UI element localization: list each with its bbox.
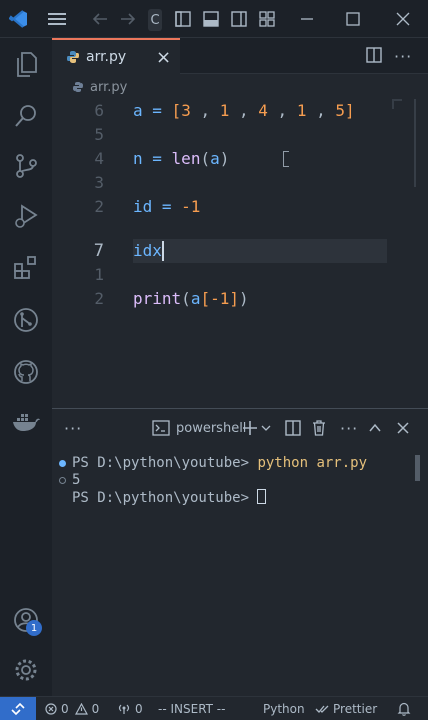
language-mode[interactable]: Python xyxy=(263,697,305,720)
extensions-icon[interactable] xyxy=(10,252,42,284)
error-icon xyxy=(45,703,57,715)
close-panel-icon[interactable] xyxy=(396,418,410,438)
tab-label: arr.py xyxy=(86,49,127,65)
panel-more-icon[interactable]: ··· xyxy=(64,418,82,438)
chevron-down-icon[interactable] xyxy=(261,418,271,438)
text-caret xyxy=(162,241,164,261)
line-number: 2 xyxy=(94,289,104,308)
run-debug-icon[interactable] xyxy=(10,200,42,232)
vim-mode: -- INSERT -- xyxy=(158,702,226,716)
remote-explorer-icon[interactable] xyxy=(10,304,42,336)
explorer-icon[interactable] xyxy=(10,48,42,80)
breadcrumb: arr.py xyxy=(52,75,428,99)
python-file-icon xyxy=(72,81,84,93)
error-count: 0 xyxy=(61,702,69,716)
code-line: 2 id = -1 xyxy=(52,195,428,219)
terminal-scrollbar[interactable] xyxy=(415,455,420,481)
toggle-panel-icon[interactable] xyxy=(202,9,220,29)
terminal-shell-name: powershell xyxy=(176,420,247,436)
code-text: id = -1 xyxy=(133,197,201,216)
code-line: 5 xyxy=(52,123,428,147)
code-line: 3 xyxy=(52,171,428,195)
code-editor[interactable]: 6 a = [3 , 1 , 4 , 1 , 5] 5 4 n = len(a)… xyxy=(52,99,428,407)
customize-layout-icon[interactable] xyxy=(258,9,276,29)
command-center-search[interactable]: C xyxy=(148,9,162,31)
github-icon[interactable] xyxy=(10,356,42,388)
vscode-logo-icon xyxy=(8,9,30,29)
code-text: print(a[-1]) xyxy=(133,289,249,308)
forward-arrow-icon[interactable] xyxy=(118,9,138,29)
tab-close-icon[interactable]: × xyxy=(156,47,171,68)
split-editor-icon[interactable] xyxy=(366,47,382,63)
python-file-icon xyxy=(66,50,80,64)
command-center-text: C xyxy=(150,12,160,28)
more-actions-icon[interactable]: ··· xyxy=(394,47,412,66)
code-text: n = len(a) xyxy=(133,149,230,168)
status-bar: 0 0 0 -- INSERT -- Python Prettier xyxy=(0,696,428,720)
activity-bar: 1 xyxy=(0,38,52,696)
terminal-panel: ··· powershell ··· PS D:\python\youtube>… xyxy=(52,408,428,696)
code-text: a = [3 , 1 , 4 , 1 , 5] xyxy=(133,101,355,120)
code-line: 6 a = [3 , 1 , 4 , 1 , 5] xyxy=(52,99,428,123)
line-number: 2 xyxy=(94,197,104,216)
line-number: 5 xyxy=(94,125,104,144)
line-number: 3 xyxy=(94,173,104,192)
line-number: 6 xyxy=(94,101,104,120)
new-terminal-icon[interactable] xyxy=(242,418,258,438)
double-check-icon xyxy=(315,703,329,715)
breadcrumb-file[interactable]: arr.py xyxy=(90,80,127,95)
command-decoration-circle xyxy=(59,477,66,484)
close-window-icon[interactable] xyxy=(394,9,412,29)
code-line-current: 7 idx xyxy=(52,239,428,263)
panel-toolbar: ··· powershell ··· xyxy=(52,409,428,447)
line-number-current: 7 xyxy=(93,241,104,261)
broadcast-icon xyxy=(117,703,131,715)
ports-count: 0 xyxy=(135,702,143,716)
remote-indicator[interactable] xyxy=(0,697,36,720)
menu-icon[interactable] xyxy=(46,9,68,29)
toggle-secondary-sidebar-icon[interactable] xyxy=(230,9,248,29)
docker-icon[interactable] xyxy=(10,406,42,438)
code-line: 2 print(a[-1]) xyxy=(52,287,428,311)
maximize-icon[interactable] xyxy=(344,9,362,29)
split-terminal-icon[interactable] xyxy=(285,418,301,438)
prettier-indicator[interactable]: Prettier xyxy=(315,697,377,720)
toggle-primary-sidebar-icon[interactable] xyxy=(174,9,192,29)
minimize-icon[interactable] xyxy=(298,9,316,29)
search-icon[interactable] xyxy=(10,100,42,132)
title-bar: C xyxy=(0,0,428,38)
back-arrow-icon[interactable] xyxy=(90,9,110,29)
terminal-more-icon[interactable]: ··· xyxy=(340,418,358,438)
terminal-line: PS D:\python\youtube> xyxy=(72,489,267,507)
terminal-line: 5 xyxy=(72,472,81,488)
maximize-panel-chevron-up-icon[interactable] xyxy=(368,418,382,438)
line-number: 1 xyxy=(94,265,104,284)
ports-indicator[interactable]: 0 xyxy=(117,697,143,720)
command-success-dot xyxy=(59,460,66,467)
code-line: 4 n = len(a) xyxy=(52,147,428,171)
accounts-badge: 1 xyxy=(26,620,42,636)
code-line: 1 xyxy=(52,263,428,287)
tab-arr-py[interactable]: arr.py × xyxy=(52,38,180,74)
notifications-bell-icon[interactable] xyxy=(397,697,411,720)
line-number: 4 xyxy=(94,149,104,168)
warning-icon xyxy=(74,703,88,715)
warning-count: 0 xyxy=(91,702,100,716)
terminal-icon xyxy=(152,420,170,436)
settings-gear-icon[interactable] xyxy=(10,654,42,686)
source-control-icon[interactable] xyxy=(10,150,42,182)
problems-indicator[interactable]: 0 0 xyxy=(45,697,99,720)
trash-icon[interactable] xyxy=(312,418,326,438)
editor-tabs: arr.py × ··· xyxy=(52,38,428,74)
terminal-cursor xyxy=(257,489,267,504)
text-cursor-ibeam-icon xyxy=(283,151,289,167)
code-text: idx xyxy=(133,241,162,260)
prettier-label: Prettier xyxy=(333,702,378,716)
terminal-line: PS D:\python\youtube> python arr.py xyxy=(72,455,368,471)
terminal-selector[interactable]: powershell xyxy=(152,418,246,438)
current-line-highlight xyxy=(133,239,387,263)
